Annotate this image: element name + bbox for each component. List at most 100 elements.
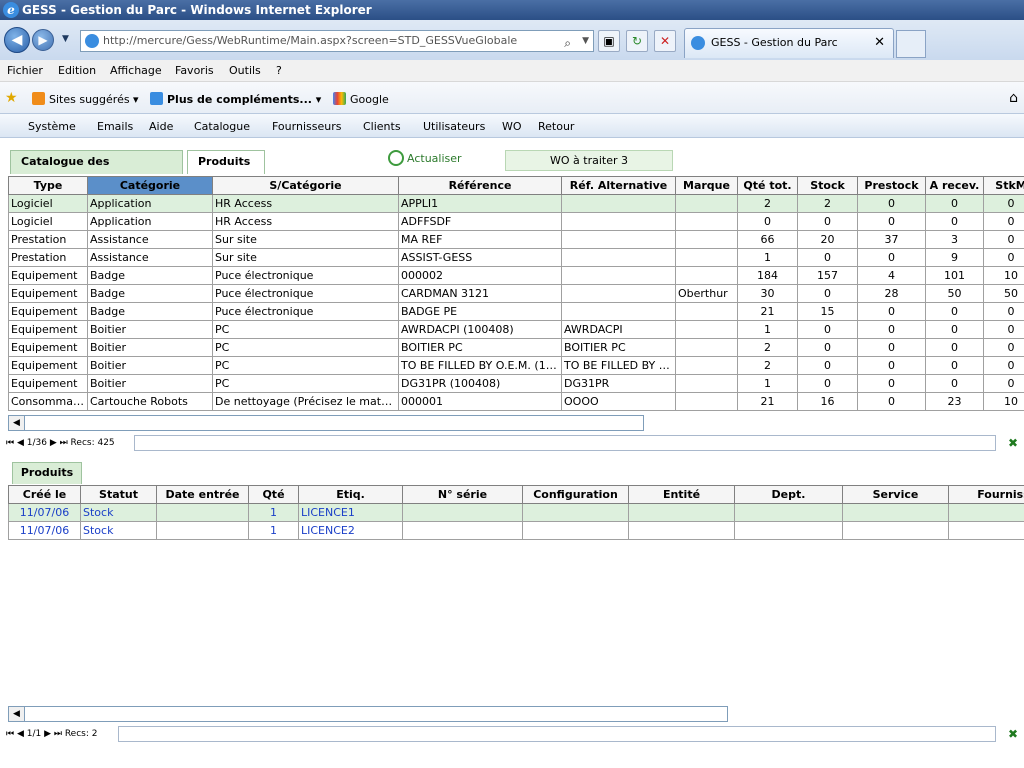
column-header[interactable]: Qté: [248, 485, 299, 504]
home-icon[interactable]: ⌂: [1009, 90, 1018, 106]
column-header[interactable]: Prestock: [857, 176, 926, 195]
column-header[interactable]: Statut: [80, 485, 157, 504]
table-row[interactable]: Equipement Badge Puce électronique CARDMAN …: [8, 284, 1024, 303]
fav-plus-complements[interactable]: Plus de compléments... ▾: [150, 92, 321, 106]
grid2-pager-text[interactable]: ⏮ ◀ 1/1 ▶ ⏭ Recs: 2: [6, 729, 97, 739]
table-cell: [561, 248, 676, 267]
column-header[interactable]: Dept.: [734, 485, 843, 504]
table-cell: [842, 521, 949, 540]
tab-ie-icon: [691, 36, 705, 50]
menu-outils[interactable]: Outils: [229, 64, 261, 77]
column-header[interactable]: Type: [8, 176, 88, 195]
table-cell: [734, 503, 843, 522]
fav-sites-suggeres[interactable]: Sites suggérés ▾: [32, 92, 139, 106]
history-dropdown-icon[interactable]: ▼: [62, 34, 69, 44]
table-cell: 1: [737, 374, 798, 393]
address-bar[interactable]: http://mercure/Gess/WebRuntime/Main.aspx…: [80, 30, 594, 52]
tab-catalogue-references[interactable]: Catalogue des références: [10, 150, 183, 190]
menu-favoris[interactable]: Favoris: [175, 64, 214, 77]
refresh-page-icon[interactable]: ↻: [626, 30, 648, 52]
table-row[interactable]: Prestation Assistance Sur site ASSIST-GESS 1…: [8, 248, 1024, 267]
table-cell: 0: [797, 212, 858, 231]
column-header[interactable]: Entité: [628, 485, 735, 504]
refresh-button[interactable]: Actualiser: [388, 150, 462, 166]
table-cell: Cartouche Robots: [87, 392, 213, 411]
produits-section-tab[interactable]: Produits: [12, 462, 82, 484]
tab-close-icon[interactable]: ✕: [874, 29, 885, 57]
table-row[interactable]: Prestation Assistance Sur site MA REF 66 20 37…: [8, 230, 1024, 249]
table-cell: Equipement: [8, 320, 88, 339]
back-arrow-icon[interactable]: ◀: [4, 27, 30, 53]
scroll-left-icon[interactable]: ◀: [9, 416, 25, 430]
table-row[interactable]: Logiciel Application HR Access ADFFSDF 0 0 0 0 0: [8, 212, 1024, 231]
excel-export-icon[interactable]: ✖: [1008, 435, 1018, 451]
table-cell: [156, 521, 249, 540]
column-header[interactable]: A recev.: [925, 176, 984, 195]
app-menu-catalogue[interactable]: Catalogue: [194, 120, 250, 133]
table-row[interactable]: 11/07/06 Stock 1 LICENCE1: [8, 503, 1024, 522]
new-tab-button[interactable]: [896, 30, 926, 58]
column-header[interactable]: StkM: [983, 176, 1024, 195]
stop-icon[interactable]: ✕: [654, 30, 676, 52]
table-row[interactable]: Logiciel Application HR Access APPLI1 2 2 0 0 0: [8, 194, 1024, 213]
tab-produits[interactable]: Produits: [187, 150, 265, 174]
favorites-star-icon[interactable]: ★: [5, 90, 18, 106]
table-row[interactable]: Equipement Badge Puce électronique BADGE PE…: [8, 302, 1024, 321]
table-row[interactable]: Equipement Boitier PC TO BE FILLED BY O.E.M…: [8, 356, 1024, 375]
app-menu-wo[interactable]: WO: [502, 120, 522, 133]
column-header[interactable]: Configuration: [522, 485, 629, 504]
table-row[interactable]: Equipement Badge Puce électronique 000002 18…: [8, 266, 1024, 285]
table-row[interactable]: Equipement Boitier PC BOITIER PC BOITIER PC 2…: [8, 338, 1024, 357]
app-menu-emails[interactable]: Emails: [97, 120, 133, 133]
fav-google[interactable]: Google: [333, 92, 389, 106]
menu-edition[interactable]: Edition: [58, 64, 96, 77]
column-header[interactable]: Catégorie: [87, 176, 213, 195]
excel-export-icon[interactable]: ✖: [1008, 726, 1018, 742]
menu-affichage[interactable]: Affichage: [110, 64, 162, 77]
table-cell: BADGE PE: [398, 302, 562, 321]
menu-fichier[interactable]: Fichier: [7, 64, 43, 77]
table-cell: [675, 356, 738, 375]
browser-tab[interactable]: GESS - Gestion du Parc ✕: [684, 28, 894, 58]
app-menu-retour[interactable]: Retour: [538, 120, 574, 133]
table-row[interactable]: Equipement Boitier PC DG31PR (100408) DG31PR…: [8, 374, 1024, 393]
column-header[interactable]: Marque: [675, 176, 738, 195]
table-cell: Badge: [87, 284, 213, 303]
table-row[interactable]: 11/07/06 Stock 1 LICENCE2: [8, 521, 1024, 540]
column-header[interactable]: Date entrée: [156, 485, 249, 504]
menu-help[interactable]: ?: [276, 64, 282, 77]
table-cell: Equipement: [8, 374, 88, 393]
compat-view-icon[interactable]: ▣: [598, 30, 620, 52]
scroll-left-icon[interactable]: ◀: [9, 707, 25, 721]
app-menu-aide[interactable]: Aide: [149, 120, 173, 133]
column-header[interactable]: S/Catégorie: [212, 176, 399, 195]
table-cell: [561, 284, 676, 303]
column-header[interactable]: Qté tot.: [737, 176, 798, 195]
table-cell: 0: [925, 374, 984, 393]
grid1-pager-text[interactable]: ⏮ ◀ 1/36 ▶ ⏭ Recs: 425: [6, 438, 115, 448]
column-header[interactable]: Réf. Alternative: [561, 176, 676, 195]
column-header[interactable]: Service: [842, 485, 949, 504]
table-row[interactable]: Equipement Boitier PC AWRDACPI (100408) AWRD…: [8, 320, 1024, 339]
table-cell: [675, 194, 738, 213]
column-header[interactable]: Fourniss: [948, 485, 1024, 504]
wo-status-box[interactable]: WO à traiter 3: [505, 150, 673, 171]
app-menu-systeme[interactable]: Système: [28, 120, 76, 133]
grid2-hscrollbar[interactable]: ◀: [8, 706, 728, 722]
app-menu-utilisateurs[interactable]: Utilisateurs: [423, 120, 485, 133]
table-cell: 0: [797, 374, 858, 393]
search-icon[interactable]: ⌕: [564, 33, 571, 53]
address-dropdown-icon[interactable]: ▼: [582, 31, 589, 51]
table-cell: [675, 338, 738, 357]
forward-arrow-icon[interactable]: ▶: [32, 29, 54, 51]
column-header[interactable]: Référence: [398, 176, 562, 195]
column-header[interactable]: Créé le: [8, 485, 81, 504]
column-header[interactable]: Stock: [797, 176, 858, 195]
table-row[interactable]: Consommable Cartouche Robots De nettoyage …: [8, 392, 1024, 411]
column-header[interactable]: Etiq.: [298, 485, 403, 504]
app-menu-clients[interactable]: Clients: [363, 120, 401, 133]
grid2-pager: ⏮ ◀ 1/1 ▶ ⏭ Recs: 2 ✖: [0, 726, 1024, 742]
column-header[interactable]: N° série: [402, 485, 523, 504]
app-menu-fournisseurs[interactable]: Fournisseurs: [272, 120, 341, 133]
grid1-hscrollbar[interactable]: ◀: [8, 415, 644, 431]
